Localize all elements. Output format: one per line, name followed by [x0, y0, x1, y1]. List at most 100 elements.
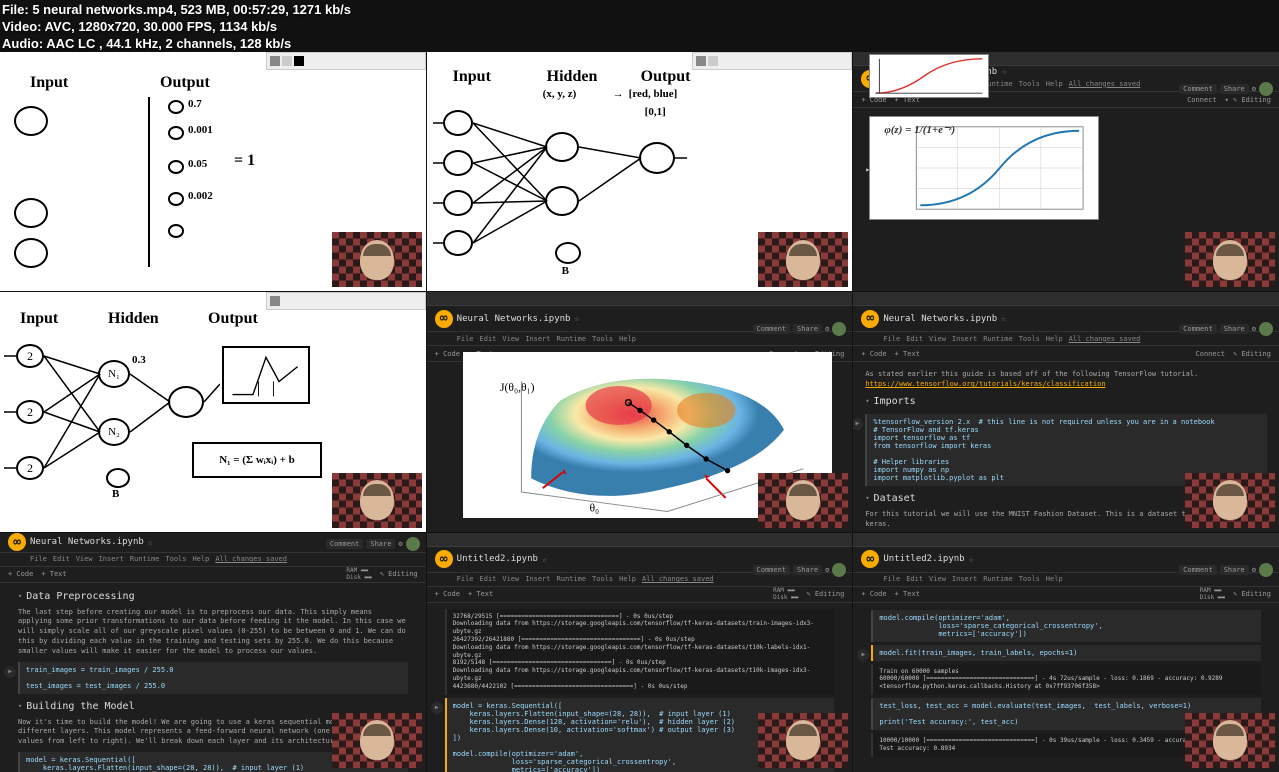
webcam-pip: [758, 473, 848, 528]
pen-tool-icon[interactable]: [696, 56, 706, 66]
share-button[interactable]: Share: [793, 565, 822, 575]
thumb-6-colab-imports: Neural Networks.ipynb ☆ Comment Share ⚙ …: [853, 292, 1279, 531]
label-input: Input: [30, 74, 68, 92]
input-node-1: [14, 106, 48, 136]
notebook-title[interactable]: Neural Networks.ipynb: [883, 314, 997, 324]
browser-tabbar[interactable]: [853, 292, 1279, 306]
star-icon[interactable]: ☆: [574, 314, 579, 323]
add-text-button[interactable]: + Text: [468, 590, 493, 598]
add-text-button[interactable]: + Text: [41, 570, 66, 578]
colab-menubar[interactable]: FileEditViewInsertRuntimeToolsHelp All c…: [0, 553, 426, 567]
pen-tool-icon[interactable]: [270, 56, 280, 66]
colab-logo-icon[interactable]: [8, 533, 26, 551]
preprocess-text: The last step before creating our model …: [18, 606, 408, 659]
comment-button[interactable]: Comment: [753, 324, 791, 334]
in-n2: [443, 150, 473, 176]
gear-icon[interactable]: ⚙: [1252, 325, 1256, 333]
notebook-title[interactable]: Untitled2.ipynb: [883, 554, 964, 564]
bracket: [148, 97, 150, 267]
colab-logo-icon[interactable]: [435, 310, 453, 328]
hid-n2: [545, 186, 579, 216]
comment-button[interactable]: Comment: [326, 539, 364, 549]
out-node-5: [168, 224, 184, 238]
avatar[interactable]: [1259, 82, 1273, 96]
gear-icon[interactable]: ⚙: [825, 566, 829, 574]
eraser-tool-icon[interactable]: [708, 56, 718, 66]
comment-button[interactable]: Comment: [1179, 84, 1217, 94]
notebook-title[interactable]: Neural Networks.ipynb: [457, 314, 571, 324]
presenter-face-icon: [1213, 240, 1247, 280]
preprocess-heading: Data Preprocessing: [18, 587, 408, 606]
color-black-icon[interactable]: [294, 56, 304, 66]
notebook-title[interactable]: Untitled2.ipynb: [457, 554, 538, 564]
browser-tabbar[interactable]: [427, 533, 853, 547]
browser-tabbar[interactable]: [427, 292, 853, 306]
share-button[interactable]: Share: [793, 324, 822, 334]
browser-tabbar[interactable]: [853, 533, 1279, 547]
avatar[interactable]: [406, 537, 420, 551]
star-icon[interactable]: ☆: [148, 538, 153, 547]
run-cell-button[interactable]: [4, 666, 16, 678]
run-cell-button[interactable]: [857, 649, 869, 661]
run-cell-button[interactable]: [431, 702, 443, 714]
star-icon[interactable]: ☆: [1001, 314, 1006, 323]
colab-logo-icon[interactable]: [861, 550, 879, 568]
whiteboard-toolbar[interactable]: [266, 292, 426, 310]
whiteboard-toolbar[interactable]: [692, 52, 852, 70]
code-cell-preprocess[interactable]: train_images = train_images / 255.0 test…: [18, 662, 408, 694]
avatar[interactable]: [1259, 322, 1273, 336]
notebook-title[interactable]: Neural Networks.ipynb: [30, 537, 144, 547]
run-cell-button[interactable]: [853, 418, 863, 430]
z-axis-label: J(θ₀,θ₁): [500, 381, 535, 394]
comment-button[interactable]: Comment: [753, 565, 791, 575]
connect-button[interactable]: Connect: [1196, 350, 1226, 358]
code-cell-compile2[interactable]: model.compile(optimizer='adam', loss='sp…: [871, 610, 1261, 642]
add-text-button[interactable]: + Text: [895, 590, 920, 598]
thumb-5-colab-3dsurface: Neural Networks.ipynb ☆ Comment Share ⚙ …: [427, 292, 853, 531]
header-actions: Comment Share ⚙: [1179, 322, 1273, 336]
imports-heading: Imports: [865, 392, 1267, 411]
gear-icon[interactable]: ⚙: [825, 325, 829, 333]
out-n: [639, 142, 675, 174]
tutorial-link[interactable]: https://www.tensorflow.org/tutorials/ker…: [865, 380, 1105, 388]
whiteboard-toolbar[interactable]: [266, 52, 426, 70]
connect-button[interactable]: Connect: [1187, 96, 1217, 104]
add-text-button[interactable]: + Text: [895, 350, 920, 358]
code-fit: model.fit(train_images, train_labels, ep…: [879, 649, 1255, 657]
menu-tools[interactable]: Tools: [1019, 80, 1040, 88]
sum-eq: = 1: [234, 152, 255, 170]
share-button[interactable]: Share: [1220, 84, 1249, 94]
code-preprocess: train_images = train_images / 255.0 test…: [26, 666, 402, 690]
share-button[interactable]: Share: [1220, 324, 1249, 334]
pen-tool-icon[interactable]: [270, 296, 280, 306]
add-code-button[interactable]: + Code: [8, 570, 33, 578]
comment-button[interactable]: Comment: [1179, 324, 1217, 334]
file-info: File: 5 neural networks.mp4, 523 MB, 00:…: [2, 2, 351, 19]
star-icon[interactable]: ☆: [1002, 67, 1007, 76]
add-code-button[interactable]: + Code: [861, 350, 886, 358]
add-code-button[interactable]: + Code: [435, 590, 460, 598]
gear-icon[interactable]: ⚙: [398, 540, 402, 548]
gear-icon[interactable]: ⚙: [1252, 85, 1256, 93]
code-cell-fit[interactable]: model.fit(train_images, train_labels, ep…: [871, 645, 1261, 661]
val-2: 0.001: [188, 124, 213, 136]
presenter-face-icon: [1213, 480, 1247, 520]
gear-icon[interactable]: ⚙: [1252, 566, 1256, 574]
sigmoid-main-plot: φ(z) = 1/(1+e⁻ᶻ): [869, 116, 1099, 220]
editing-mode[interactable]: Editing: [1241, 96, 1271, 104]
add-code-button[interactable]: + Code: [861, 590, 886, 598]
avatar[interactable]: [1259, 563, 1273, 577]
avatar[interactable]: [832, 322, 846, 336]
star-icon[interactable]: ☆: [969, 555, 974, 564]
colab-logo-icon[interactable]: [435, 550, 453, 568]
add-code-button[interactable]: + Code: [435, 350, 460, 358]
avatar[interactable]: [832, 563, 846, 577]
menu-file[interactable]: File: [457, 335, 474, 343]
share-button[interactable]: Share: [366, 539, 395, 549]
eraser-tool-icon[interactable]: [282, 56, 292, 66]
colab-logo-icon[interactable]: [861, 310, 879, 328]
comment-button[interactable]: Comment: [1179, 565, 1217, 575]
star-icon[interactable]: ☆: [542, 555, 547, 564]
share-button[interactable]: Share: [1220, 565, 1249, 575]
menu-help[interactable]: Help: [1046, 80, 1063, 88]
